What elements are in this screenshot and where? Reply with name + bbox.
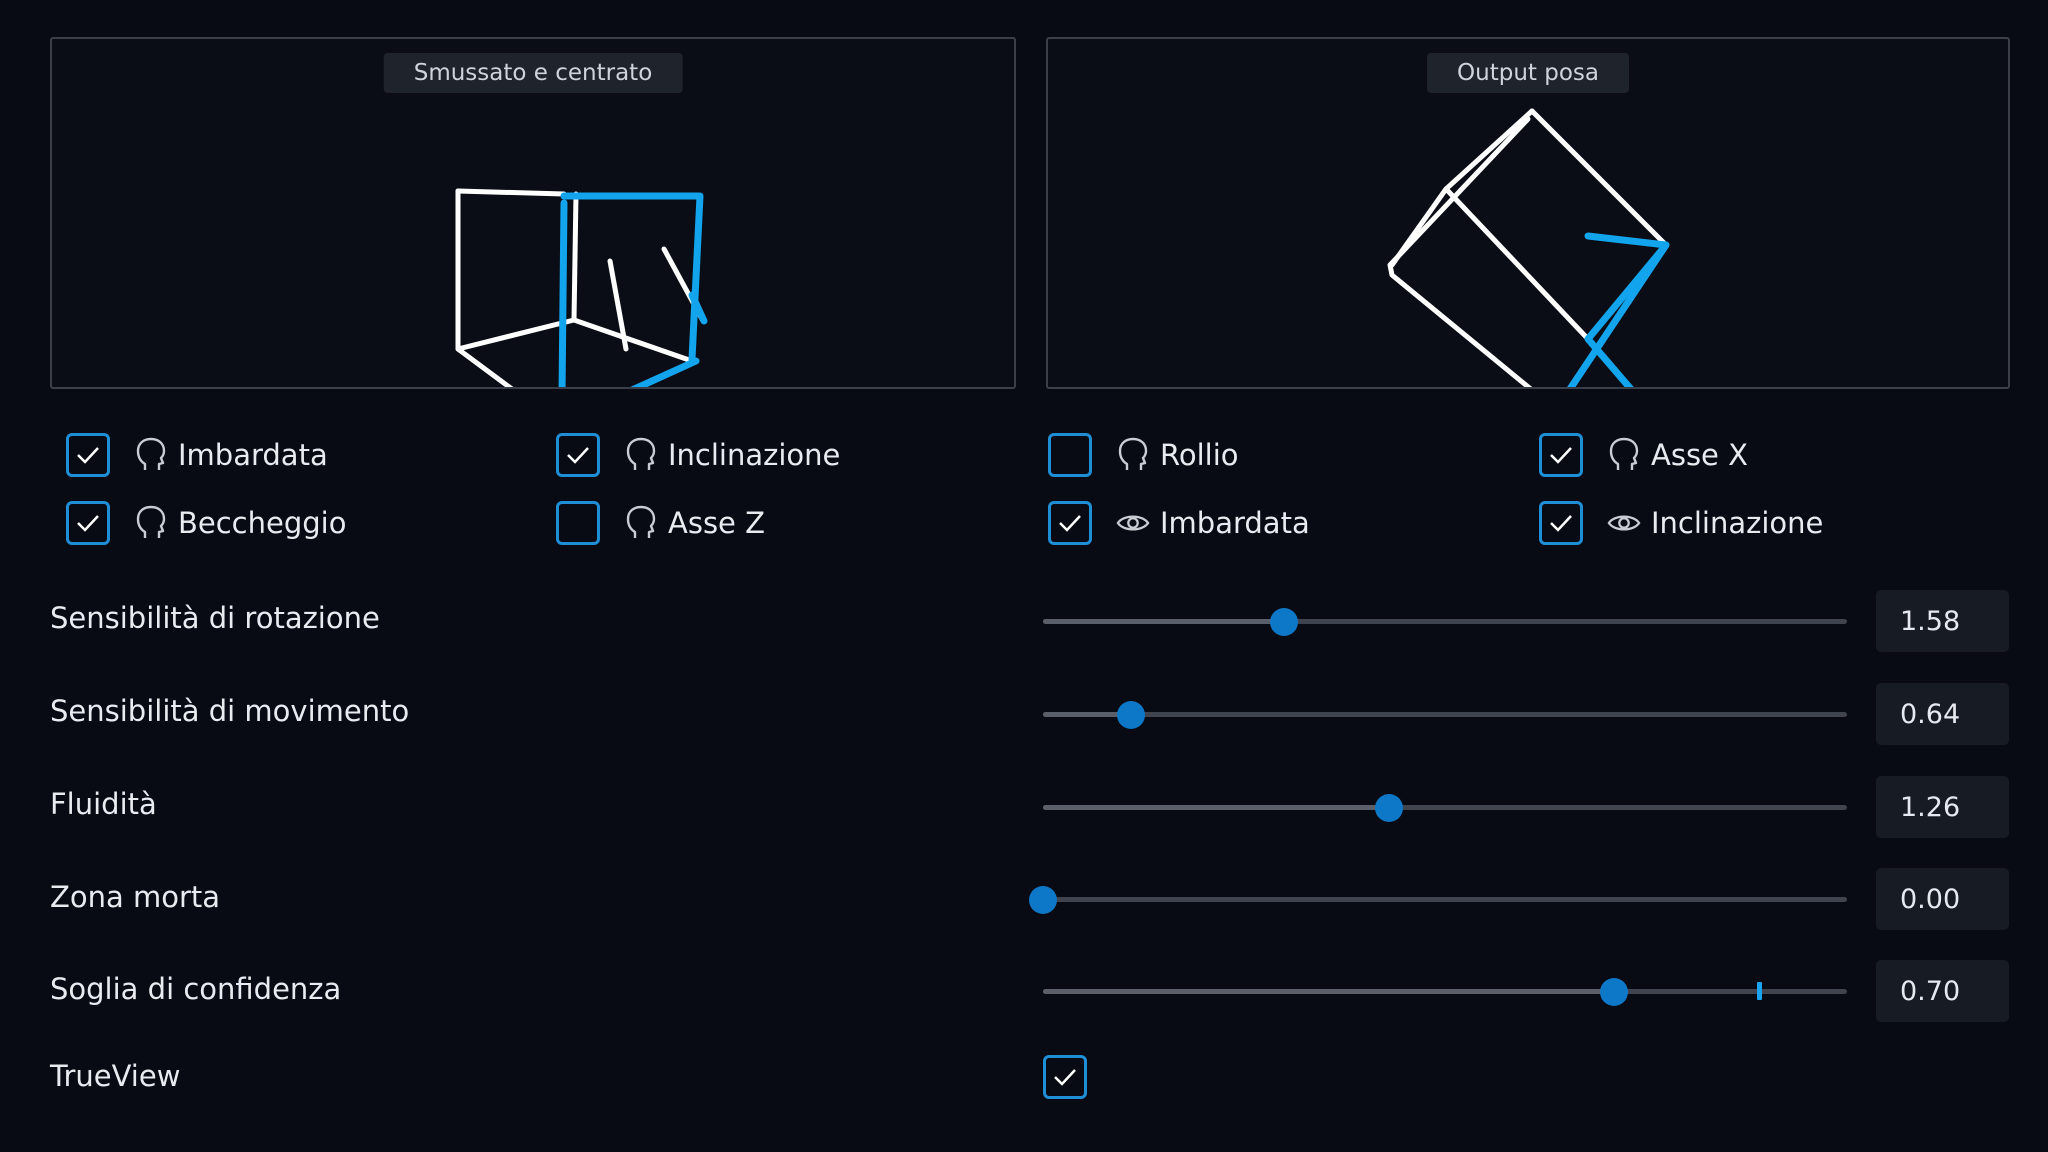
yaw-eye-label: Imbardata xyxy=(1160,506,1310,540)
slider-track xyxy=(1043,897,1847,902)
confidence-marker xyxy=(1756,982,1762,1000)
rollio-head-checkbox[interactable] xyxy=(1048,433,1092,477)
pitch-head-label: Beccheggio xyxy=(178,506,347,540)
check-icon xyxy=(1550,447,1572,464)
roll-head-label: Inclinazione xyxy=(668,438,841,472)
option-x-axis-head[interactable]: Asse X xyxy=(1539,429,1748,481)
check-icon xyxy=(1550,515,1572,532)
yaw-eye-checkbox[interactable] xyxy=(1048,501,1092,545)
confidence-threshold-label: Soglia di confidenza xyxy=(50,972,342,1006)
tilt-eye-checkbox[interactable] xyxy=(1539,501,1583,545)
slider-track xyxy=(1043,712,1847,717)
smoothness-label: Fluidità xyxy=(50,787,157,821)
option-yaw-head[interactable]: Imbardata xyxy=(66,429,328,481)
rotation-sensitivity-slider[interactable] xyxy=(1043,602,1847,642)
check-icon xyxy=(567,447,589,464)
rollio-head-label: Rollio xyxy=(1160,438,1239,472)
slider-fill xyxy=(1043,805,1389,810)
option-roll-head[interactable]: Inclinazione xyxy=(556,429,840,481)
smoothness-value[interactable]: 1.26 xyxy=(1876,776,2009,838)
check-icon xyxy=(1059,515,1081,532)
slider-thumb[interactable] xyxy=(1374,794,1403,822)
z-axis-head-checkbox[interactable] xyxy=(556,501,600,545)
head-icon xyxy=(624,437,658,473)
pitch-head-checkbox[interactable] xyxy=(66,501,110,545)
movement-sensitivity-slider[interactable] xyxy=(1043,695,1847,735)
head-icon xyxy=(1116,437,1150,473)
pose-panel-title: Output posa xyxy=(1427,53,1629,93)
option-z-axis-head[interactable]: Asse Z xyxy=(556,497,765,549)
yaw-head-checkbox[interactable] xyxy=(66,433,110,477)
check-icon xyxy=(77,515,99,532)
slider-thumb[interactable] xyxy=(1270,608,1299,636)
dead-zone-label: Zona morta xyxy=(50,880,221,914)
trueview-label: TrueView xyxy=(50,1059,181,1093)
dead-zone-slider[interactable] xyxy=(1029,880,1847,920)
option-tilt-eye[interactable]: Inclinazione xyxy=(1539,497,1823,549)
slider-fill xyxy=(1043,619,1285,624)
head-icon xyxy=(1607,437,1641,473)
movement-sensitivity-label: Sensibilità di movimento xyxy=(50,694,410,728)
x-axis-head-label: Asse X xyxy=(1651,438,1748,472)
check-icon xyxy=(77,447,99,464)
slider-thumb[interactable] xyxy=(1117,701,1146,729)
head-icon xyxy=(134,505,168,541)
smoothness-slider[interactable] xyxy=(1043,788,1847,828)
eye-icon xyxy=(1607,505,1641,541)
option-rollio-head[interactable]: Rollio xyxy=(1048,429,1239,481)
smoothed-panel-title: Smussato e centrato xyxy=(383,53,683,93)
rotation-sensitivity-label: Sensibilità di rotazione xyxy=(50,601,380,635)
option-pitch-head[interactable]: Beccheggio xyxy=(66,497,346,549)
head-icon xyxy=(134,437,168,473)
trueview-checkbox[interactable] xyxy=(1043,1055,1087,1099)
head-icon xyxy=(624,505,658,541)
tilt-eye-label: Inclinazione xyxy=(1651,506,1824,540)
check-icon xyxy=(1054,1069,1076,1086)
movement-sensitivity-value[interactable]: 0.64 xyxy=(1876,683,2009,745)
slider-thumb[interactable] xyxy=(1599,978,1628,1006)
confidence-threshold-value[interactable]: 0.70 xyxy=(1876,960,2009,1022)
yaw-head-label: Imbardata xyxy=(178,438,328,472)
smoothed-preview-panel: Smussato e centrato xyxy=(50,37,1016,389)
confidence-threshold-slider[interactable] xyxy=(1043,972,1847,1012)
z-axis-head-label: Asse Z xyxy=(668,506,765,540)
pose-output-panel: Output posa xyxy=(1046,37,2010,389)
rotation-sensitivity-value[interactable]: 1.58 xyxy=(1876,590,2009,652)
x-axis-head-checkbox[interactable] xyxy=(1539,433,1583,477)
option-yaw-eye[interactable]: Imbardata xyxy=(1048,497,1310,549)
roll-head-checkbox[interactable] xyxy=(556,433,600,477)
slider-fill xyxy=(1043,989,1614,994)
dead-zone-value[interactable]: 0.00 xyxy=(1876,868,2009,930)
slider-thumb[interactable] xyxy=(1029,886,1057,914)
eye-icon xyxy=(1116,505,1150,541)
